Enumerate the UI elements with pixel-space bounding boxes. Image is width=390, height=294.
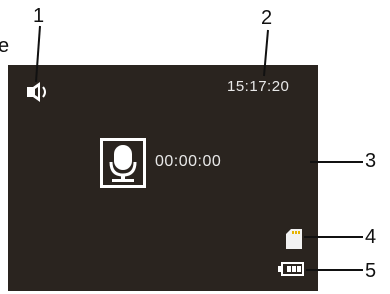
callout-leader-lines bbox=[35, 25, 363, 271]
